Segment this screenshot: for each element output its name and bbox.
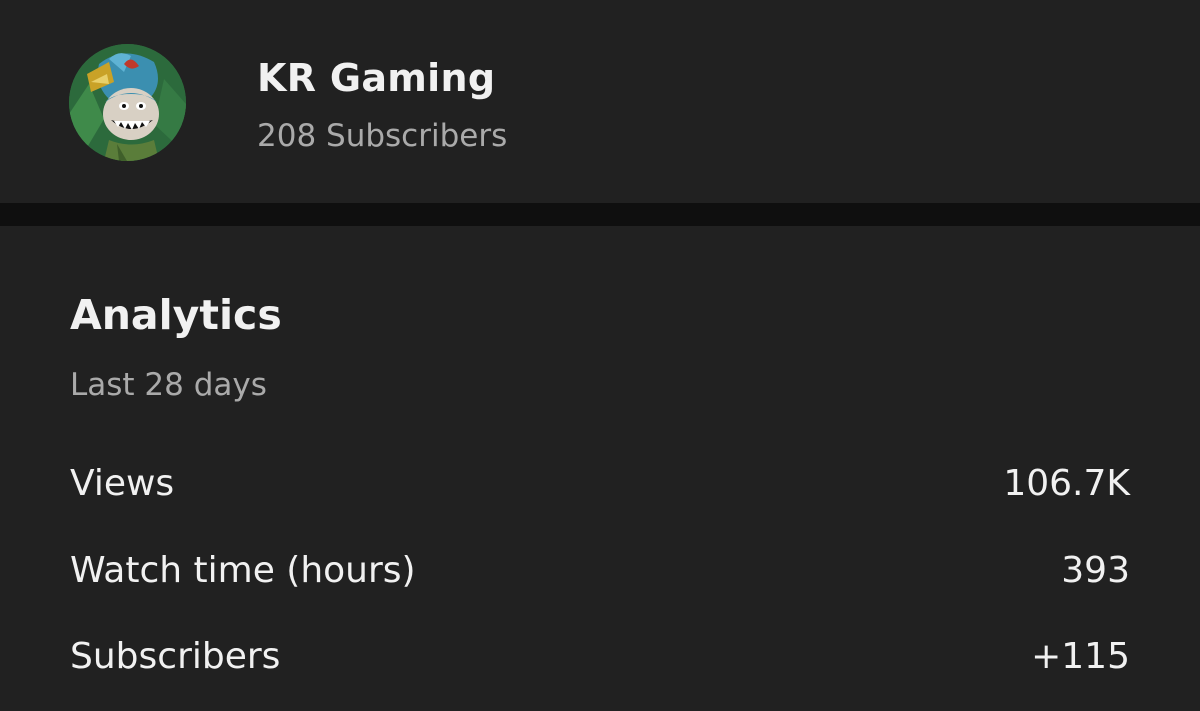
metric-row-views[interactable]: Views 106.7K <box>70 463 1130 513</box>
subscriber-count: 208 Subscribers <box>257 118 508 154</box>
metric-label-views: Views <box>70 463 175 504</box>
section-divider <box>0 203 1200 226</box>
metric-row-watch-time[interactable]: Watch time (hours) 393 <box>70 550 1130 600</box>
channel-header[interactable]: KR Gaming 208 Subscribers <box>0 0 1200 203</box>
metric-value-subscribers: +115 <box>1031 636 1130 677</box>
channel-analytics-page: KR Gaming 208 Subscribers Analytics Last… <box>0 0 1200 711</box>
channel-name[interactable]: KR Gaming <box>257 56 495 100</box>
metric-row-subscribers[interactable]: Subscribers +115 <box>70 636 1130 686</box>
metric-value-views: 106.7K <box>1003 463 1130 504</box>
channel-avatar[interactable] <box>69 44 186 161</box>
metric-label-watch-time: Watch time (hours) <box>70 550 416 591</box>
metric-label-subscribers: Subscribers <box>70 636 281 677</box>
avatar-illustration <box>69 44 186 161</box>
analytics-title: Analytics <box>70 291 282 339</box>
metric-value-watch-time: 393 <box>1061 550 1130 591</box>
analytics-period: Last 28 days <box>70 367 267 403</box>
